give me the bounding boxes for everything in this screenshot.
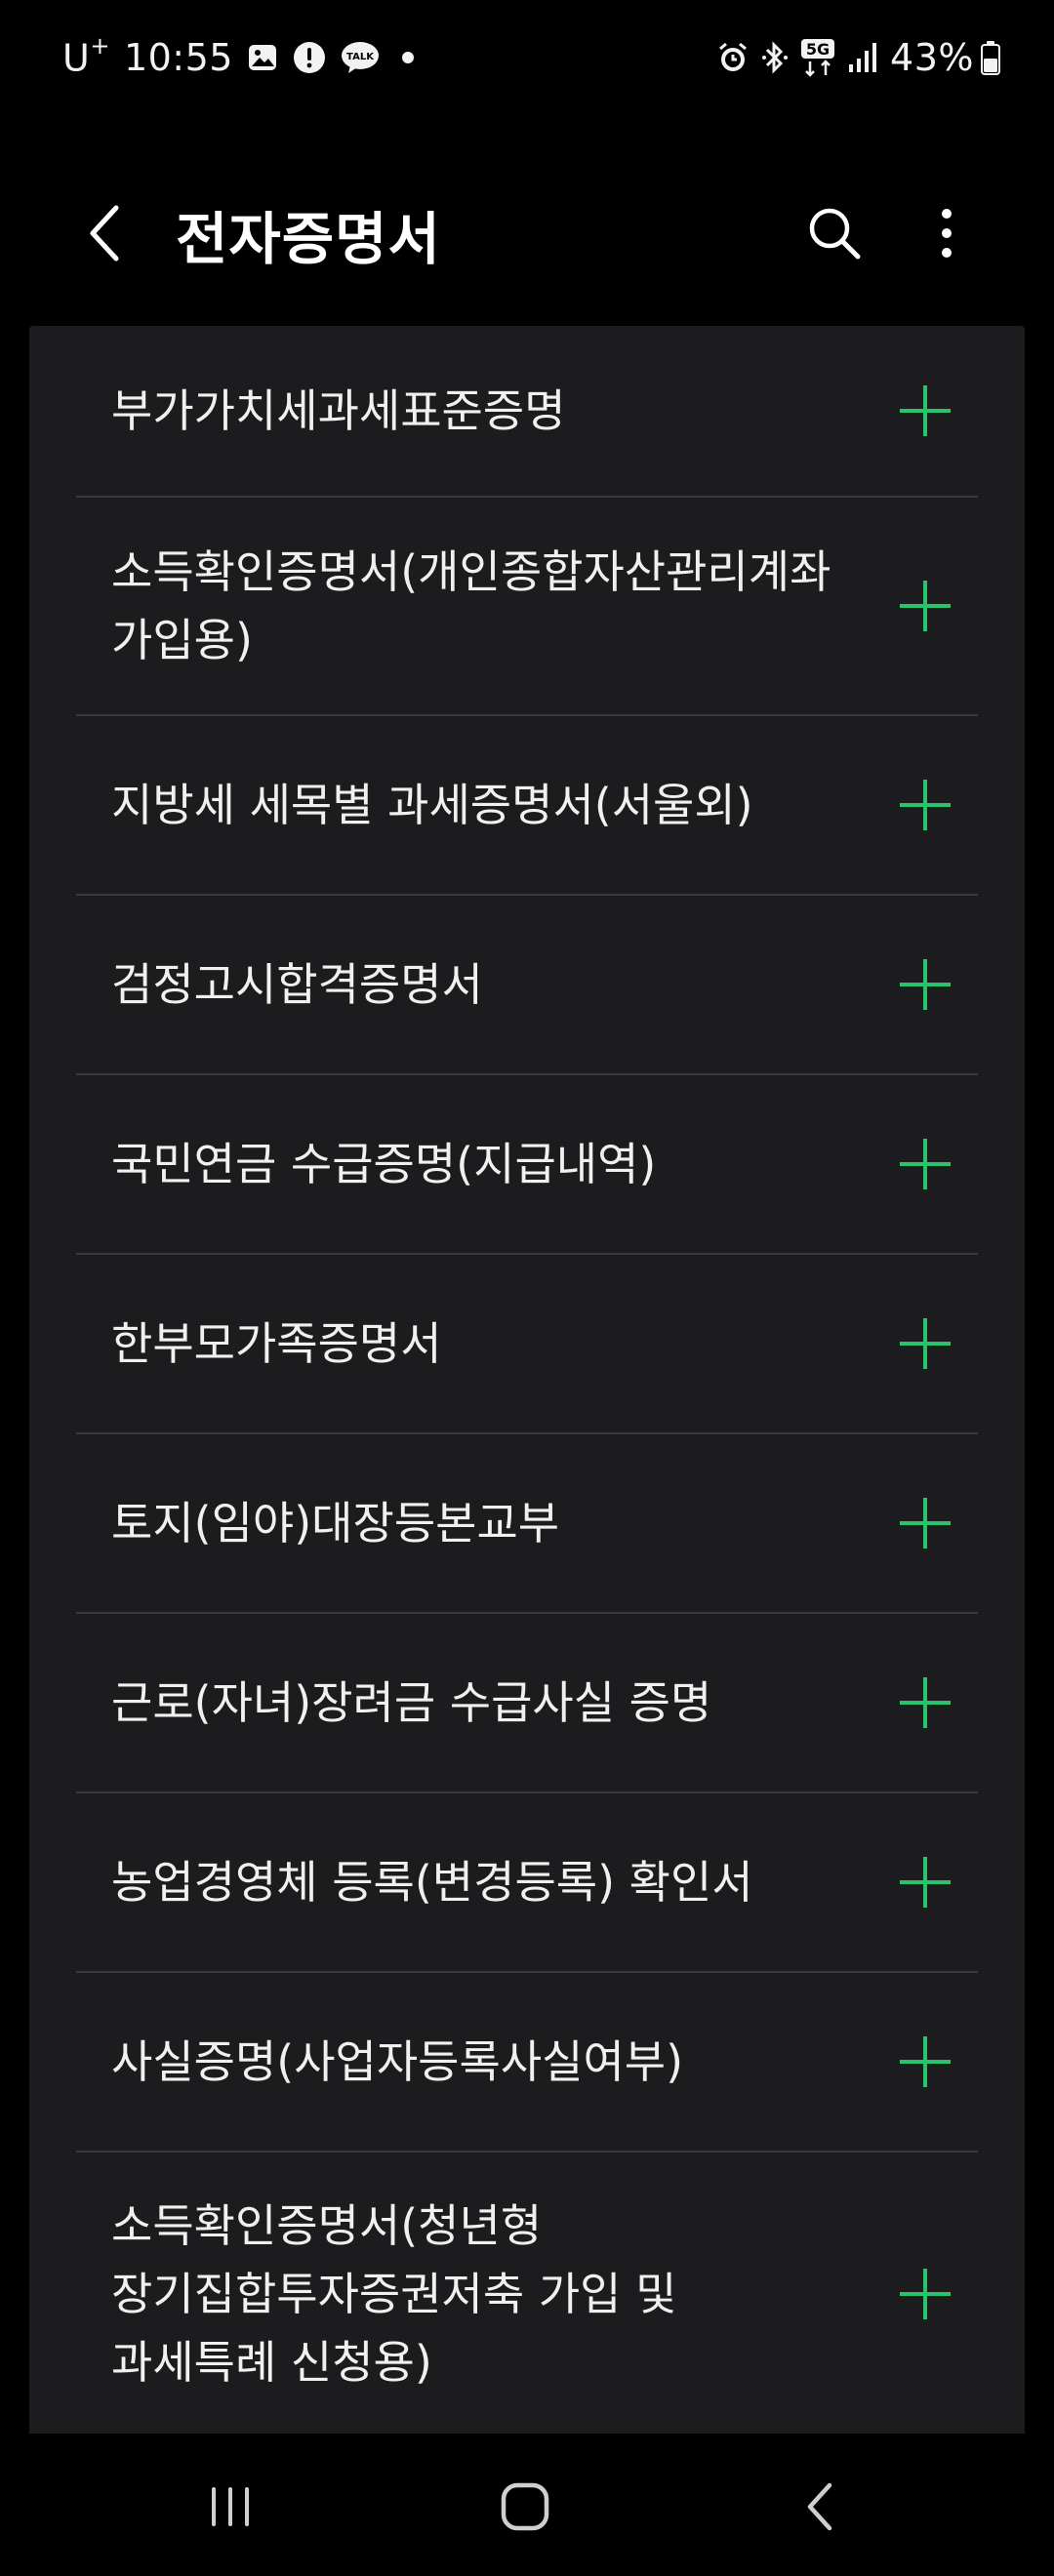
more-notifications-dot-icon <box>393 43 423 72</box>
more-options-button[interactable] <box>917 197 976 269</box>
bluetooth-icon <box>761 40 789 75</box>
add-icon[interactable] <box>896 1135 954 1193</box>
add-icon[interactable] <box>896 776 954 834</box>
home-icon <box>501 2482 549 2531</box>
certificate-list: 부가가치세과세표준증명소득확인증명서(개인종합자산관리계좌 가입용) 지방세 세목… <box>29 326 1025 2434</box>
alarm-icon <box>716 41 750 74</box>
status-left: U+ 10:55 TALK <box>62 31 423 80</box>
status-bar: U+ 10:55 TALK 5G 43% <box>0 0 1054 115</box>
certificate-name: 검정고시합격증명서 <box>111 958 483 1011</box>
battery-icon <box>980 40 1001 75</box>
svg-text:TALK: TALK <box>346 52 375 62</box>
list-item[interactable]: 부가가치세과세표준증명 <box>76 326 978 498</box>
signal-strength-icon <box>847 41 878 74</box>
list-item[interactable]: 농업경영체 등록(변경등록) 확인서 <box>76 1793 978 1973</box>
add-icon[interactable] <box>896 1494 954 1552</box>
certificate-name: 농업경영체 등록(변경등록) 확인서 <box>111 1856 753 1909</box>
add-icon[interactable] <box>896 1853 954 1912</box>
chevron-left-icon <box>90 205 119 262</box>
battery-percent: 43% <box>890 36 974 79</box>
recents-button[interactable] <box>191 2473 269 2541</box>
gallery-notification-icon <box>247 42 278 73</box>
status-right: 5G 43% <box>716 36 1013 79</box>
certificate-name: 소득확인증명서(청년형 장기집합투자증권저축 가입 및 과세특례 신청용) <box>111 2199 677 2389</box>
add-icon[interactable] <box>896 2033 954 2091</box>
home-button[interactable] <box>486 2473 564 2541</box>
svg-text:5G: 5G <box>806 40 830 59</box>
list-item[interactable]: 검정고시합격증명서 <box>76 896 978 1075</box>
screen: U+ 10:55 TALK 5G 43% 전자증명서 부가가치세과세표준증명 소… <box>0 0 1054 2576</box>
carrier-label: U+ <box>62 31 110 80</box>
certificate-name: 지방세 세목별 과세증명서(서울외) <box>111 779 753 831</box>
list-item[interactable]: 소득확인증명서(청년형 장기집합투자증권저축 가입 및 과세특례 신청용) <box>76 2153 978 2434</box>
add-icon[interactable] <box>896 577 954 635</box>
list-item[interactable]: 토지(임야)대장등본교부 <box>76 1434 978 1614</box>
alert-notification-icon <box>292 40 327 75</box>
nav-back-button[interactable] <box>781 2473 859 2541</box>
add-icon[interactable] <box>896 1314 954 1373</box>
certificate-name: 토지(임야)대장등본교부 <box>111 1497 560 1550</box>
list-item[interactable]: 한부모가족증명서 <box>76 1255 978 1434</box>
certificate-name: 부가가치세과세표준증명 <box>111 384 566 437</box>
list-item[interactable]: 지방세 세목별 과세증명서(서울외) <box>76 716 978 896</box>
more-vert-icon <box>942 209 952 258</box>
certificate-name: 소득확인증명서(개인종합자산관리계좌 가입용) <box>111 545 831 666</box>
add-icon[interactable] <box>896 2265 954 2323</box>
network-5g-icon: 5G <box>800 38 835 77</box>
list-item[interactable]: 소득확인증명서(개인종합자산관리계좌 가입용) <box>76 498 978 716</box>
navigation-bar <box>0 2434 1054 2576</box>
search-icon <box>809 208 861 260</box>
clock: 10:55 <box>123 36 233 79</box>
list-item[interactable]: 국민연금 수급증명(지급내역) <box>76 1075 978 1255</box>
certificate-name: 국민연금 수급증명(지급내역) <box>111 1138 657 1190</box>
certificate-name: 사실증명(사업자등록사실여부) <box>111 2035 684 2088</box>
list-item[interactable]: 사실증명(사업자등록사실여부) <box>76 1973 978 2153</box>
add-icon[interactable] <box>896 955 954 1014</box>
certificate-name: 근로(자녀)장려금 수급사실 증명 <box>111 1676 712 1729</box>
back-button[interactable] <box>70 199 139 267</box>
add-icon[interactable] <box>896 1673 954 1732</box>
app-bar: 전자증명서 <box>0 115 1054 349</box>
search-button[interactable] <box>798 197 871 269</box>
recents-icon <box>212 2487 249 2526</box>
talk-notification-icon: TALK <box>341 40 380 75</box>
certificate-name: 한부모가족증명서 <box>111 1317 442 1370</box>
page-title: 전자증명서 <box>176 206 441 272</box>
list-item[interactable]: 근로(자녀)장려금 수급사실 증명 <box>76 1614 978 1793</box>
nav-back-icon <box>807 2482 832 2531</box>
add-icon[interactable] <box>896 382 954 440</box>
